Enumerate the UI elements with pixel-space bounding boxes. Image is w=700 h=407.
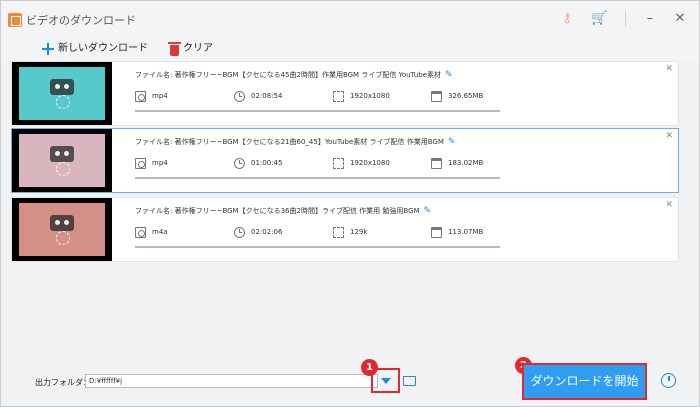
start-download-button[interactable]: ダウンロードを開始 bbox=[522, 363, 647, 400]
audio-format-icon bbox=[135, 226, 146, 238]
list-item[interactable]: ファイル名: 著作権フリー~BGM【クセになる21曲60_45】YouTube素… bbox=[11, 128, 679, 193]
tape-ribbon-icon bbox=[56, 95, 70, 109]
resolution-icon bbox=[333, 157, 344, 169]
edit-pencil-icon[interactable]: ✎ bbox=[448, 137, 456, 147]
open-folder-icon[interactable] bbox=[403, 376, 416, 386]
resolution-icon bbox=[333, 90, 344, 102]
file-size-icon bbox=[431, 226, 442, 238]
format-info: m4a bbox=[135, 225, 168, 239]
tape-ribbon-icon bbox=[56, 231, 70, 245]
list-item[interactable]: ファイル名: 著作権フリー~BGM【クセになる45曲2時間】作業用BGM ライブ… bbox=[11, 61, 679, 126]
tape-ribbon-icon bbox=[56, 162, 70, 176]
duration-info: 01:00:45 bbox=[234, 156, 282, 170]
video-format-icon bbox=[135, 90, 146, 102]
duration-info: 02:02:06 bbox=[234, 225, 282, 239]
new-download-button[interactable]: 新しいダウンロード bbox=[42, 40, 148, 58]
progress-bar bbox=[135, 177, 500, 179]
clock-icon bbox=[234, 157, 245, 169]
file-name-text: ファイル名: 著作権フリー~BGM【クセになる36曲2時間】ライブ配信 作業用 … bbox=[135, 207, 420, 215]
duration-value: 01:00:45 bbox=[251, 159, 283, 167]
trash-icon bbox=[168, 41, 181, 56]
size-info: 183.02MB bbox=[431, 156, 483, 170]
list-item[interactable]: ファイル名: 著作権フリー~BGM【クセになる36曲2時間】ライブ配信 作業用 … bbox=[11, 197, 679, 262]
alarm-clock-icon[interactable] bbox=[661, 373, 676, 388]
output-folder-label: 出力フォルダ： bbox=[35, 378, 91, 387]
resolution-icon bbox=[333, 226, 344, 238]
title-divider bbox=[625, 11, 626, 27]
file-name-text: ファイル名: 著作権フリー~BGM【クセになる45曲2時間】作業用BGM ライブ… bbox=[135, 71, 442, 79]
progress-bar bbox=[135, 110, 500, 112]
download-list: ファイル名: 著作権フリー~BGM【クセになる45曲2時間】作業用BGM ライブ… bbox=[11, 61, 679, 356]
output-folder-field[interactable]: D:¥ffffff¥j bbox=[85, 374, 378, 388]
video-format-icon bbox=[135, 157, 146, 169]
bottom-bar: 出力フォルダ： D:¥ffffff¥j 1 2 ダウンロードを開始 bbox=[1, 357, 699, 406]
format-info: mp4 bbox=[135, 156, 168, 170]
file-name: ファイル名: 著作権フリー~BGM【クセになる21曲60_45】YouTube素… bbox=[135, 137, 455, 147]
size-info: 326.65MB bbox=[431, 89, 483, 103]
title-bar: ビデオのダウンロード ⚷ 🛒 – ✕ bbox=[1, 1, 699, 37]
minimize-button[interactable]: – bbox=[641, 10, 659, 28]
close-window-button[interactable]: ✕ bbox=[671, 10, 689, 28]
remove-item-icon[interactable]: ✕ bbox=[665, 64, 673, 74]
format-info: mp4 bbox=[135, 89, 168, 103]
file-name: ファイル名: 著作権フリー~BGM【クセになる45曲2時間】作業用BGM ライブ… bbox=[135, 70, 453, 80]
app-logo-icon bbox=[8, 13, 22, 27]
duration-value: 02:02:06 bbox=[251, 228, 283, 236]
video-thumbnail bbox=[12, 129, 112, 192]
edit-pencil-icon[interactable]: ✎ bbox=[445, 70, 453, 80]
size-value: 326.65MB bbox=[448, 92, 484, 100]
cassette-icon bbox=[50, 146, 74, 162]
clear-button[interactable]: クリア bbox=[168, 40, 213, 58]
bitrate-info: 129k bbox=[333, 225, 367, 239]
key-icon[interactable]: ⚷ bbox=[559, 11, 575, 27]
window-title: ビデオのダウンロード bbox=[26, 14, 136, 27]
edit-pencil-icon[interactable]: ✎ bbox=[424, 206, 432, 216]
clock-icon bbox=[234, 226, 245, 238]
resolution-value: 1920x1080 bbox=[350, 159, 390, 167]
duration-value: 02:08:54 bbox=[251, 92, 283, 100]
format-value: mp4 bbox=[152, 92, 168, 100]
duration-info: 02:08:54 bbox=[234, 89, 282, 103]
new-download-label: 新しいダウンロード bbox=[58, 43, 148, 54]
video-thumbnail bbox=[12, 62, 112, 125]
thumbnail-image bbox=[19, 67, 105, 120]
clock-icon bbox=[234, 90, 245, 102]
thumbnail-image bbox=[19, 134, 105, 187]
download-window: ビデオのダウンロード ⚷ 🛒 – ✕ 新しいダウンロード クリア ファイル名: … bbox=[0, 0, 700, 407]
file-size-icon bbox=[431, 157, 442, 169]
progress-bar bbox=[135, 246, 500, 248]
toolbar: 新しいダウンロード クリア bbox=[1, 37, 699, 61]
resolution-info: 1920x1080 bbox=[333, 156, 390, 170]
size-value: 113.07MB bbox=[448, 228, 484, 236]
file-name: ファイル名: 著作権フリー~BGM【クセになる36曲2時間】ライブ配信 作業用 … bbox=[135, 206, 431, 216]
thumbnail-image bbox=[19, 203, 105, 256]
format-value: mp4 bbox=[152, 159, 168, 167]
remove-item-icon[interactable]: ✕ bbox=[665, 200, 673, 210]
video-thumbnail bbox=[12, 198, 112, 261]
clear-label: クリア bbox=[183, 43, 213, 54]
cart-icon[interactable]: 🛒 bbox=[591, 11, 607, 27]
chevron-down-icon bbox=[381, 378, 391, 384]
plus-icon bbox=[42, 43, 54, 55]
cassette-icon bbox=[50, 215, 74, 231]
size-info: 113.07MB bbox=[431, 225, 483, 239]
file-name-text: ファイル名: 著作権フリー~BGM【クセになる21曲60_45】YouTube素… bbox=[135, 138, 444, 146]
step-badge-1: 1 bbox=[361, 359, 378, 376]
resolution-value: 1920x1080 bbox=[350, 92, 390, 100]
file-size-icon bbox=[431, 90, 442, 102]
size-value: 183.02MB bbox=[448, 159, 484, 167]
format-value: m4a bbox=[152, 228, 168, 236]
bitrate-value: 129k bbox=[350, 228, 368, 236]
remove-item-icon[interactable]: ✕ bbox=[665, 131, 673, 141]
resolution-info: 1920x1080 bbox=[333, 89, 390, 103]
cassette-icon bbox=[50, 79, 74, 95]
